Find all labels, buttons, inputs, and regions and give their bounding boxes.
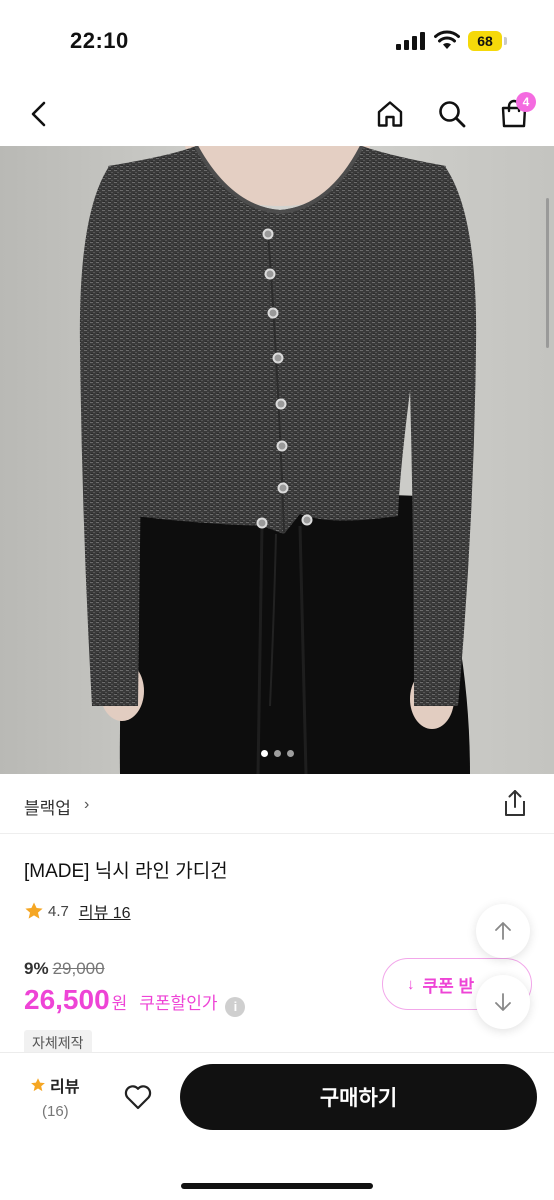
- carousel-dot[interactable]: [273, 750, 281, 757]
- buy-button[interactable]: 구매하기: [180, 1064, 537, 1130]
- wishlist-button[interactable]: [122, 1081, 154, 1113]
- scroll-indicator[interactable]: [546, 198, 549, 348]
- nav-bar: [0, 84, 554, 146]
- carousel-dot-active[interactable]: [260, 750, 268, 757]
- bottom-purchase-bar: 리뷰 (16) 구매하기: [0, 1052, 554, 1200]
- status-bar: 22:10 68: [0, 0, 554, 84]
- cellular-signal-icon: [396, 32, 425, 50]
- brand-row: 블랙업 ›: [0, 774, 554, 834]
- bottom-review-count: (16): [42, 1103, 69, 1120]
- sale-price: 26,500: [24, 984, 110, 1015]
- coupon-button-label: 쿠폰 받: [422, 976, 475, 996]
- battery-indicator: 68: [468, 31, 502, 51]
- carousel-dot[interactable]: [286, 750, 294, 757]
- share-button[interactable]: [500, 788, 530, 818]
- product-photo: [0, 146, 554, 774]
- coupon-discount-label: 쿠폰할인가: [139, 994, 218, 1013]
- download-icon: ↓: [407, 975, 415, 993]
- product-image-carousel[interactable]: [0, 146, 554, 774]
- carousel-dots: [0, 750, 554, 760]
- star-icon: [25, 902, 43, 919]
- rating-value: 4.7: [48, 902, 69, 920]
- scroll-bottom-button[interactable]: [476, 975, 530, 1029]
- review-link[interactable]: 리뷰 16: [79, 899, 131, 923]
- back-button[interactable]: [22, 96, 58, 132]
- chevron-right-icon: ›: [84, 796, 90, 813]
- battery-tip: [504, 37, 507, 45]
- search-icon: [439, 101, 466, 128]
- home-icon: [377, 101, 403, 127]
- search-button[interactable]: [434, 96, 470, 132]
- info-icon[interactable]: i: [225, 996, 246, 1017]
- status-time: 22:10: [70, 28, 129, 53]
- battery-level: 68: [477, 33, 493, 49]
- star-icon: [31, 1078, 45, 1092]
- currency-unit: 원: [111, 994, 128, 1013]
- cart-count-badge: 4: [516, 92, 536, 112]
- arrow-down-icon: [495, 993, 511, 1011]
- heart-icon: [124, 1085, 152, 1110]
- bottom-review-label: 리뷰: [50, 1079, 80, 1096]
- chevron-left-icon: [31, 101, 46, 127]
- home-indicator: [181, 1183, 373, 1189]
- original-price: 29,000: [52, 959, 105, 978]
- price-row: 26,500 원 쿠폰할인가 i: [24, 984, 246, 1017]
- brand-name-link[interactable]: 블랙업: [24, 794, 71, 819]
- arrow-up-icon: [495, 922, 511, 940]
- product-title: [MADE] 닉시 라인 가디건: [24, 861, 228, 882]
- scroll-top-button[interactable]: [476, 904, 530, 958]
- share-icon: [505, 790, 525, 816]
- home-button[interactable]: [372, 96, 408, 132]
- wifi-icon: [434, 30, 460, 49]
- discount-row: 9% 29,000: [24, 959, 105, 979]
- rating-row: 4.7 리뷰 16: [24, 900, 131, 922]
- discount-rate: 9%: [24, 959, 49, 978]
- bottom-review-button[interactable]: 리뷰 (16): [30, 1073, 90, 1120]
